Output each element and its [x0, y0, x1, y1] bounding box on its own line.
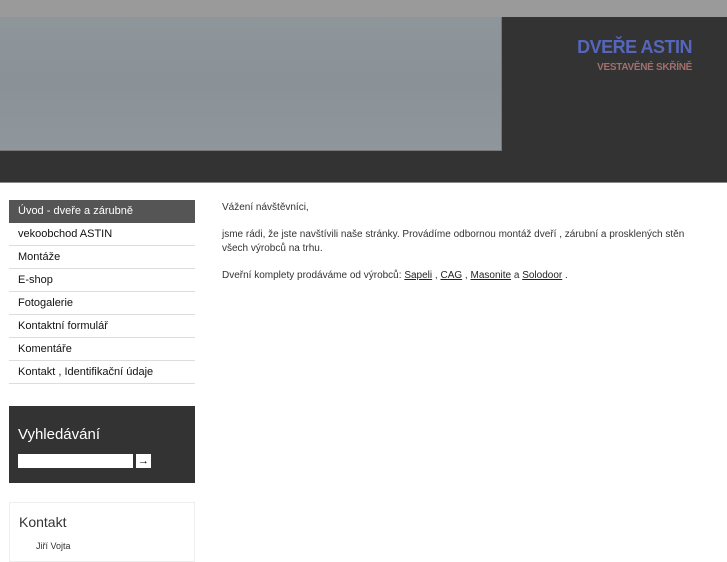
- link-solodoor[interactable]: Solodoor: [522, 270, 562, 281]
- site-title[interactable]: DVEŘE ASTIN: [577, 37, 692, 58]
- divider: [0, 182, 727, 183]
- menu-item-komentare[interactable]: Komentáře: [9, 338, 195, 361]
- header-image: [0, 17, 502, 151]
- menu-item-kontakt[interactable]: Kontakt , Identifikační údaje: [9, 361, 195, 384]
- contact-box: Kontakt Jiří Vojta: [9, 502, 195, 562]
- top-band: [0, 0, 727, 17]
- contact-title: Kontakt: [19, 514, 67, 530]
- menu-item-fotogalerie[interactable]: Fotogalerie: [9, 292, 195, 315]
- header: DVEŘE ASTIN VESTAVĚNÉ SKŘÍNĚ: [0, 17, 727, 182]
- menu-item-uvod[interactable]: Úvod - dveře a zárubně: [9, 200, 195, 223]
- contact-name: Jiří Vojta: [36, 541, 71, 551]
- link-sapeli[interactable]: Sapeli: [404, 270, 432, 281]
- intro-paragraph: jsme rádi, že jste navštívili naše strán…: [222, 229, 685, 254]
- arrow-right-icon: →: [138, 455, 149, 467]
- main-content: Vážení návštěvníci, jsme rádi, že jste n…: [222, 201, 712, 296]
- main-menu: Úvod - dveře a zárubně vekoobchod ASTIN …: [9, 200, 195, 384]
- manufacturers-paragraph: Dveřní komplety prodáváme od výrobců: Sa…: [222, 270, 568, 281]
- search-input[interactable]: [18, 454, 133, 468]
- menu-item-kontaktni-formular[interactable]: Kontaktní formulář: [9, 315, 195, 338]
- link-masonite[interactable]: Masonite: [470, 270, 511, 281]
- search-box: Vyhledávání →: [9, 406, 195, 483]
- search-title: Vyhledávání: [18, 426, 101, 443]
- site-subtitle: VESTAVĚNÉ SKŘÍNĚ: [597, 62, 692, 73]
- menu-item-montaze[interactable]: Montáže: [9, 246, 195, 269]
- menu-item-eshop[interactable]: E-shop: [9, 269, 195, 292]
- greeting: Vážení návštěvníci,: [222, 202, 309, 213]
- link-cag[interactable]: CAG: [440, 270, 462, 281]
- search-submit-button[interactable]: →: [136, 454, 151, 468]
- menu-item-velkoobchod[interactable]: vekoobchod ASTIN: [9, 223, 195, 246]
